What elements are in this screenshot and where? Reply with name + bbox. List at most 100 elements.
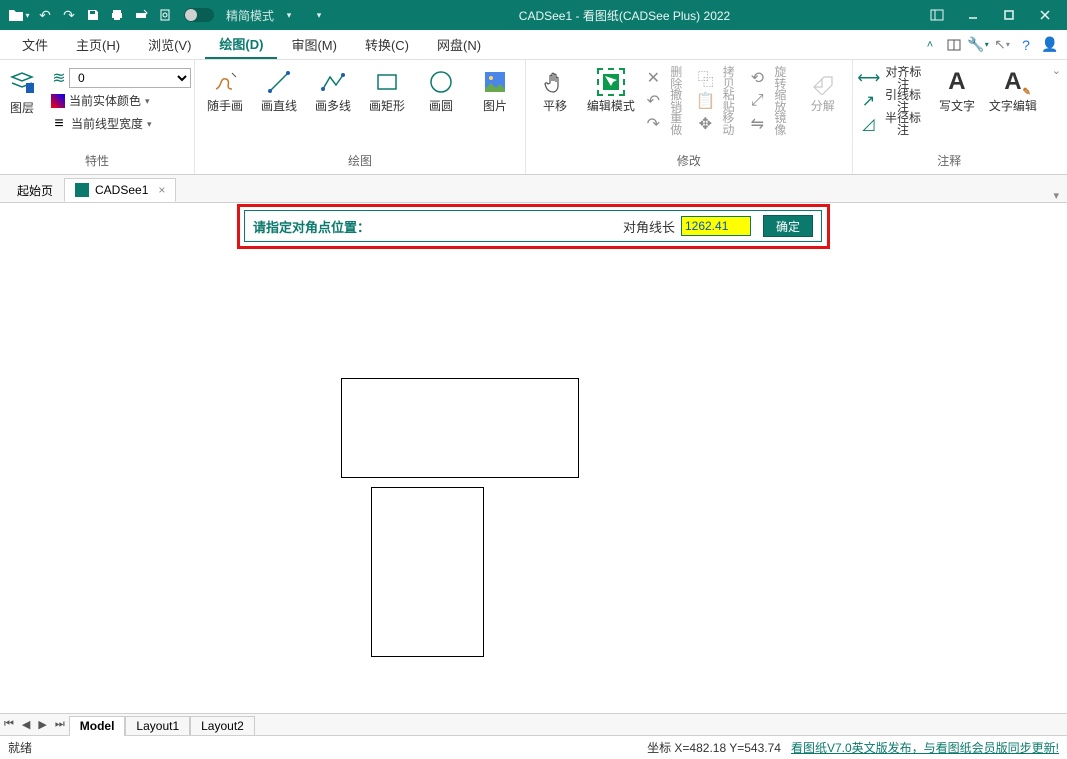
drawn-rect-1[interactable] bbox=[341, 378, 579, 478]
command-prompt-bar: 请指定对角点位置： 对角线长 确定 bbox=[244, 210, 822, 242]
panel-toggle-icon[interactable] bbox=[921, 0, 953, 30]
ribbon-group-draw: 随手画 画直线 画多线 画矩形 画圆 图片 绘图 bbox=[195, 60, 526, 174]
diagonal-label: 对角线长 bbox=[623, 217, 675, 236]
layer-button[interactable]: 图层 bbox=[3, 64, 41, 114]
undo-button[interactable]: ↶撤销 bbox=[646, 91, 688, 111]
canvas-area[interactable]: 请指定对角点位置： 对角线长 确定 bbox=[0, 203, 1067, 713]
rotate-button[interactable]: ⟲旋转 bbox=[750, 68, 792, 88]
pan-button[interactable]: 平移 bbox=[534, 64, 576, 112]
paste-icon: 📋 bbox=[698, 93, 714, 109]
radius-dim-button[interactable]: ◿半径标注 bbox=[861, 114, 926, 134]
menu-draw[interactable]: 绘图(D) bbox=[205, 30, 277, 59]
polyline-button[interactable]: 画多线 bbox=[311, 64, 355, 112]
layout-nav-first[interactable]: ⏮ bbox=[0, 718, 18, 731]
menu-home[interactable]: 主页(H) bbox=[62, 31, 134, 58]
tabbar-dropdown-icon[interactable]: ▾ bbox=[1045, 189, 1067, 202]
print-icon[interactable] bbox=[108, 6, 126, 24]
status-coords: 坐标 X=482.18 Y=543.74 bbox=[647, 739, 781, 756]
text-button[interactable]: A写文字 bbox=[936, 64, 978, 112]
menu-convert[interactable]: 转换(C) bbox=[351, 31, 423, 58]
wrench-icon[interactable]: 🔧▾ bbox=[969, 36, 987, 53]
edit-mode-button[interactable]: 编辑模式 bbox=[586, 64, 636, 112]
prompt-text: 请指定对角点位置： bbox=[253, 217, 370, 236]
freehand-button[interactable]: 随手画 bbox=[203, 64, 247, 112]
redo-icon: ↷ bbox=[646, 116, 661, 132]
linewidth-icon: ≡ bbox=[51, 116, 67, 132]
minimize-button[interactable] bbox=[957, 0, 989, 30]
menu-file[interactable]: 文件 bbox=[8, 31, 62, 58]
delete-button[interactable]: ✕删除 bbox=[646, 68, 688, 88]
align-dim-button[interactable]: ⟷对齐标注 bbox=[861, 68, 926, 88]
delete-icon: ✕ bbox=[646, 70, 661, 86]
move-button[interactable]: ✥移动 bbox=[698, 114, 740, 134]
ribbon-collapse-icon[interactable]: ⌄ bbox=[1046, 60, 1067, 174]
status-ready: 就绪 bbox=[8, 739, 32, 756]
diagonal-input[interactable] bbox=[681, 216, 751, 236]
close-button[interactable] bbox=[1029, 0, 1061, 30]
paste-button[interactable]: 📋粘贴 bbox=[698, 91, 740, 111]
text-edit-button[interactable]: A✎文字编辑 bbox=[988, 64, 1038, 112]
layer-icon: ≋ bbox=[51, 68, 67, 88]
layout-tab-2[interactable]: Layout2 bbox=[190, 716, 255, 736]
layout-tabbar: ⏮ ◀ ▶ ⏭ Model Layout1 Layout2 bbox=[0, 713, 1067, 735]
confirm-button[interactable]: 确定 bbox=[763, 215, 813, 237]
document-tabbar: 起始页 CADSee1 × ▾ bbox=[0, 175, 1067, 203]
leader-dim-icon: ↗ bbox=[861, 93, 876, 109]
layout-nav-last[interactable]: ⏭ bbox=[51, 718, 69, 731]
layout-tab-model[interactable]: Model bbox=[69, 716, 126, 736]
ribbon: 图层 ≋ 0 当前实体颜色 ▾ ≡ 当前线型宽度 ▾ 特性 bbox=[0, 60, 1067, 175]
app-title: CADSee1 - 看图纸(CADSee Plus) 2022 bbox=[328, 7, 921, 24]
status-link[interactable]: 看图纸V7.0英文版发布，与看图纸会员版同步更新! bbox=[791, 739, 1059, 756]
menu-browse[interactable]: 浏览(V) bbox=[134, 31, 205, 58]
layout-tab-1[interactable]: Layout1 bbox=[125, 716, 190, 736]
collapse-ribbon-icon[interactable]: ˄ bbox=[921, 39, 939, 51]
menubar: 文件 主页(H) 浏览(V) 绘图(D) 审图(M) 转换(C) 网盘(N) ˄… bbox=[0, 30, 1067, 60]
leader-dim-button[interactable]: ↗引线标注 bbox=[861, 91, 926, 111]
line-button[interactable]: 画直线 bbox=[257, 64, 301, 112]
explode-button[interactable]: 分解 bbox=[802, 64, 844, 112]
user-icon[interactable]: 👤 bbox=[1041, 36, 1059, 53]
start-tab[interactable]: 起始页 bbox=[6, 178, 64, 202]
color-icon bbox=[51, 94, 65, 108]
scale-button[interactable]: ⤢缩放 bbox=[750, 91, 792, 111]
menu-review[interactable]: 审图(M) bbox=[277, 31, 351, 58]
cursor-icon[interactable]: ↖▾ bbox=[993, 36, 1011, 53]
entity-color-button[interactable]: 当前实体颜色 ▾ bbox=[51, 91, 191, 111]
close-tab-icon[interactable]: × bbox=[158, 183, 165, 197]
radius-dim-icon: ◿ bbox=[861, 116, 876, 132]
redo-icon[interactable]: ↷ bbox=[60, 6, 78, 24]
redo-button[interactable]: ↷重做 bbox=[646, 114, 688, 134]
preview-icon[interactable] bbox=[156, 6, 174, 24]
copy-icon: ⿻ bbox=[698, 70, 714, 86]
doc-tab-cadsee1[interactable]: CADSee1 × bbox=[64, 178, 176, 202]
customize-dropdown-icon[interactable]: ▾ bbox=[310, 6, 328, 24]
ribbon-group-modify: 平移 编辑模式 ✕删除 ↶撤销 ↷重做 ⿻拷贝 📋粘贴 ✥移动 ⟲旋转 ⤢缩放 … bbox=[526, 60, 853, 174]
statusbar: 就绪 坐标 X=482.18 Y=543.74 看图纸V7.0英文版发布，与看图… bbox=[0, 735, 1067, 759]
undo-icon: ↶ bbox=[646, 93, 661, 109]
menu-cloud[interactable]: 网盘(N) bbox=[423, 31, 495, 58]
image-button[interactable]: 图片 bbox=[473, 64, 517, 112]
mode-label[interactable]: 精简模式 bbox=[226, 7, 274, 24]
copy-button[interactable]: ⿻拷贝 bbox=[698, 68, 740, 88]
file-icon bbox=[75, 183, 89, 197]
rect-button[interactable]: 画矩形 bbox=[365, 64, 409, 112]
save-icon[interactable] bbox=[84, 6, 102, 24]
help-icon[interactable]: ? bbox=[1017, 37, 1035, 53]
layout-nav-prev[interactable]: ◀ bbox=[18, 718, 34, 731]
mirror-button[interactable]: ⇋镜像 bbox=[750, 114, 792, 134]
drawn-rect-2[interactable] bbox=[371, 487, 484, 657]
mode-dropdown-icon[interactable]: ▾ bbox=[280, 6, 298, 24]
rotate-icon: ⟲ bbox=[750, 70, 765, 86]
maximize-button[interactable] bbox=[993, 0, 1025, 30]
linewidth-button[interactable]: ≡ 当前线型宽度 ▾ bbox=[51, 114, 191, 134]
quickprint-icon[interactable] bbox=[132, 6, 150, 24]
circle-button[interactable]: 画圆 bbox=[419, 64, 463, 112]
layer-select[interactable]: 0 bbox=[69, 68, 191, 88]
mode-toggle[interactable] bbox=[184, 8, 214, 22]
scale-icon: ⤢ bbox=[750, 93, 765, 109]
layout-nav-next[interactable]: ▶ bbox=[34, 718, 50, 731]
folder-icon[interactable]: ▾ bbox=[8, 6, 30, 24]
undo-icon[interactable]: ↶ bbox=[36, 6, 54, 24]
move-icon: ✥ bbox=[698, 116, 713, 132]
panel-icon[interactable] bbox=[945, 39, 963, 51]
